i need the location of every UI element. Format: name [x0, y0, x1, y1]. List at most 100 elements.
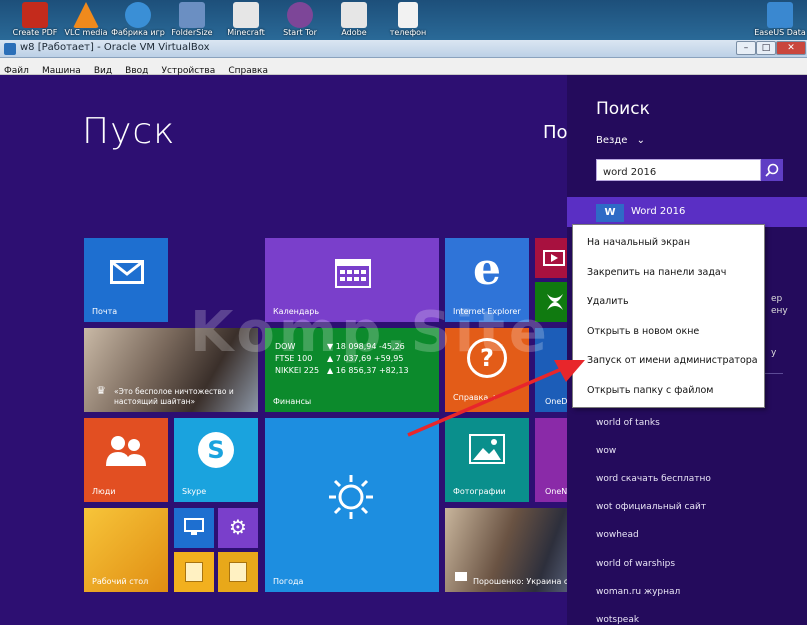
foldersize-icon: [179, 2, 205, 28]
mail-icon: [110, 260, 144, 284]
internet-explorer-icon: e: [473, 244, 501, 295]
games-factory-icon: [125, 2, 151, 28]
search-icon: [765, 163, 779, 177]
desktop-shortcut-easeus[interactable]: EaseUS Data: [750, 2, 807, 37]
tile-label: Погода: [273, 577, 304, 586]
search-suggestion[interactable]: world of tanks: [596, 418, 660, 428]
tile-label: Skype: [182, 487, 207, 496]
shortcut-label: Adobe: [341, 28, 367, 37]
tile-desktop[interactable]: Рабочий стол: [84, 508, 168, 592]
close-button[interactable]: ✕: [776, 41, 806, 55]
tile-file-explorer[interactable]: [174, 552, 214, 592]
desktop-shortcut-foldersize[interactable]: FolderSize: [162, 2, 222, 37]
window-titlebar[interactable]: w8 [Работает] - Oracle VM VirtualBox – □…: [0, 40, 807, 58]
sun-icon: [327, 473, 375, 521]
search-submit-button[interactable]: [761, 159, 783, 181]
calendar-icon: [335, 256, 371, 288]
video-icon: [543, 250, 565, 266]
ticker-value: ▲ 16 856,37 +82,13: [327, 366, 409, 375]
search-suggestion[interactable]: woman.ru журнал: [596, 587, 680, 597]
ctx-open-new-window[interactable]: Открыть в новом окне: [587, 326, 699, 337]
tile-label: Финансы: [273, 397, 312, 406]
easeus-icon: [767, 2, 793, 28]
computer-icon: [184, 518, 204, 536]
window-menubar: Файл Машина Вид Ввод Устройства Справка: [0, 58, 807, 76]
desktop-shortcut-games-factory[interactable]: Фабрика игр: [108, 2, 168, 37]
obscured-result-text: ер: [771, 294, 783, 304]
desktop-shortcut-phone-file[interactable]: телефон: [378, 2, 438, 37]
tile-settings[interactable]: ⚙: [218, 508, 258, 548]
desktop-shortcut-minecraft[interactable]: Minecraft: [216, 2, 276, 37]
tile-this-pc[interactable]: [174, 508, 214, 548]
maximize-button[interactable]: □: [756, 41, 776, 55]
search-title: Поиск: [596, 99, 650, 119]
obscured-result-text: ену: [771, 306, 788, 316]
search-suggestion[interactable]: wot официальный сайт: [596, 502, 706, 512]
shortcut-label: Фабрика игр: [111, 28, 165, 37]
search-result-word[interactable]: W Word 2016: [567, 197, 807, 227]
text-file-icon: [398, 2, 418, 28]
tile-label: OneN: [545, 487, 567, 496]
chevron-down-icon: ⌄: [636, 135, 645, 146]
minecraft-icon: [233, 2, 259, 28]
ctx-pin-to-start[interactable]: На начальный экран: [587, 237, 690, 248]
minimize-button[interactable]: –: [736, 41, 756, 55]
shortcut-label: телефон: [389, 28, 427, 37]
pdf-icon: [22, 2, 48, 28]
tile-label: Рабочий стол: [92, 577, 149, 586]
host-desktop: Create PDF VLC media Фабрика игр FolderS…: [0, 0, 807, 40]
virtualbox-icon: [4, 43, 16, 55]
skype-icon: S: [198, 432, 234, 468]
search-suggestion[interactable]: wow: [596, 446, 616, 456]
tor-icon: [287, 2, 313, 28]
trophy-icon: ♛: [96, 384, 106, 397]
search-suggestion[interactable]: word скачать бесплатно: [596, 474, 711, 484]
window-title: w8 [Работает] - Oracle VM VirtualBox: [20, 42, 210, 53]
tile-label: «Это бесполое ничтожество и настоящий ша…: [114, 387, 234, 406]
ctx-open-file-location[interactable]: Открыть папку с файлом: [587, 385, 713, 396]
tile-mail[interactable]: Почта: [84, 238, 168, 322]
tile-file-explorer-2[interactable]: [218, 552, 258, 592]
news-icon: [455, 572, 467, 581]
tile-label: Люди: [92, 487, 116, 496]
shortcut-label: EaseUS Data: [754, 28, 806, 37]
folder-icon: [185, 562, 203, 582]
search-scope-label: Везде: [596, 135, 628, 146]
word-app-icon: W: [596, 204, 624, 222]
search-suggestion[interactable]: wotspeak: [596, 615, 639, 625]
adobe-icon: [341, 2, 367, 28]
tile-video[interactable]: [535, 238, 567, 278]
ctx-uninstall[interactable]: Удалить: [587, 296, 629, 307]
shortcut-label: VLC media: [64, 28, 108, 37]
search-suggestion[interactable]: wowhead: [596, 530, 639, 540]
desktop-shortcut-tor[interactable]: Start Tor: [270, 2, 330, 37]
tile-label: Порошенко: Украина с...: [473, 577, 567, 586]
search-result-label: Word 2016: [631, 206, 686, 217]
start-title: Пуск: [82, 111, 176, 152]
tile-label: Фотографии: [453, 487, 506, 496]
gear-icon: ⚙: [229, 515, 247, 539]
ctx-run-as-admin[interactable]: Запуск от имени администратора: [587, 355, 758, 366]
red-arrow-annotation: [407, 360, 585, 437]
obscured-result-text: у: [771, 348, 777, 358]
tile-label: Почта: [92, 307, 118, 316]
tile-weather[interactable]: Погода: [265, 418, 439, 592]
search-input-box[interactable]: [596, 159, 761, 183]
tile-news-2[interactable]: Порошенко: Украина с...: [445, 508, 567, 592]
desktop-shortcut-vlc[interactable]: VLC media: [56, 2, 116, 37]
folder-icon: [229, 562, 247, 582]
people-icon: [104, 434, 148, 468]
shortcut-label: FolderSize: [171, 28, 213, 37]
desktop-shortcut-adobe[interactable]: Adobe: [324, 2, 384, 37]
ticker-name: NIKKEI 225: [275, 366, 320, 375]
ctx-pin-to-taskbar[interactable]: Закрепить на панели задач: [587, 267, 726, 278]
search-suggestion[interactable]: world of warships: [596, 559, 675, 569]
search-input[interactable]: [597, 162, 760, 183]
tile-skype[interactable]: S Skype: [174, 418, 258, 502]
user-name-fragment[interactable]: По: [543, 122, 567, 143]
context-menu: На начальный экран Закрепить на панели з…: [572, 224, 765, 408]
search-scope-dropdown[interactable]: Везде ⌄: [596, 135, 645, 146]
tile-people[interactable]: Люди: [84, 418, 168, 502]
shortcut-label: Minecraft: [227, 28, 265, 37]
shortcut-label: Start Tor: [283, 28, 317, 37]
